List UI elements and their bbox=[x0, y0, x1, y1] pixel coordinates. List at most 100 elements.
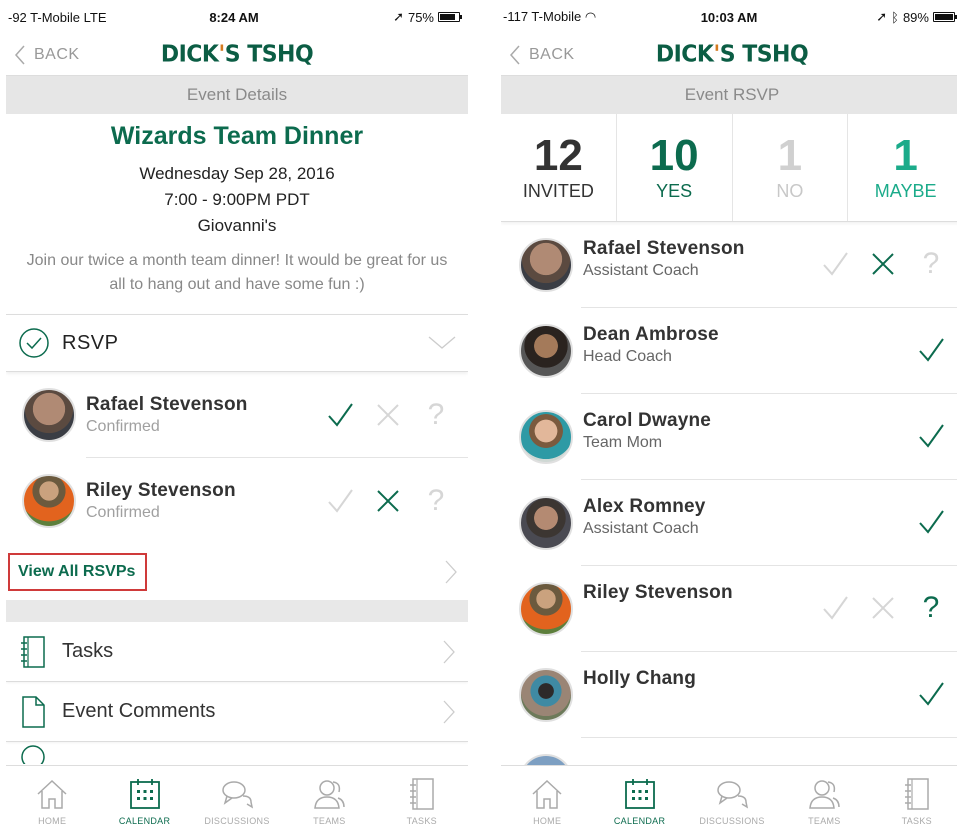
rsvp-label: RSVP bbox=[62, 331, 119, 354]
battery-percent: 75% bbox=[407, 9, 434, 25]
tab-label: TASKS bbox=[901, 816, 932, 826]
chevron-right-icon bbox=[443, 700, 455, 723]
section-divider bbox=[6, 600, 468, 622]
tab-tasks[interactable]: TASKS bbox=[377, 776, 467, 826]
tab-label: DISCUSSIONS bbox=[699, 816, 765, 826]
tab-label: HOME bbox=[38, 816, 67, 826]
chat-icon bbox=[222, 781, 254, 809]
people-icon bbox=[314, 780, 346, 809]
person-role: Head Coach bbox=[583, 348, 672, 365]
avatar bbox=[519, 324, 573, 378]
notebook-icon bbox=[904, 778, 929, 810]
count-number: 1 bbox=[777, 131, 803, 180]
yes-check-icon[interactable] bbox=[917, 422, 945, 450]
avatar bbox=[519, 496, 573, 550]
rsvp-row: Riley Stevenson ? bbox=[501, 566, 957, 652]
view-all-rsvps-row[interactable]: View All RSVPs bbox=[6, 544, 468, 600]
tab-teams[interactable]: TEAMS bbox=[779, 776, 869, 826]
no-x-icon[interactable] bbox=[869, 594, 897, 622]
tab-label: CALENDAR bbox=[118, 816, 171, 826]
people-icon bbox=[809, 780, 841, 809]
tasks-row[interactable]: Tasks bbox=[6, 622, 468, 682]
count-yes[interactable]: 10 YES bbox=[617, 114, 733, 221]
chevron-down-icon bbox=[428, 336, 456, 349]
maybe-question-icon[interactable]: ? bbox=[422, 400, 450, 430]
rsvp-row: Riley Stevenson Confirmed ? bbox=[6, 458, 468, 544]
yes-check-icon[interactable] bbox=[326, 401, 354, 429]
person-name: Carol Dwayne bbox=[583, 410, 712, 431]
count-label: NO bbox=[776, 181, 804, 201]
maybe-question-icon[interactable]: ? bbox=[422, 486, 450, 516]
rsvp-row: Carol Dwayne Team Mom bbox=[501, 394, 957, 480]
battery-percent: 89% bbox=[902, 9, 929, 25]
clock-text: 10:03 AM bbox=[700, 9, 758, 25]
maybe-question-icon[interactable]: ? bbox=[917, 249, 945, 279]
avatar bbox=[519, 238, 573, 292]
event-info: Wizards Team Dinner Wednesday Sep 28, 20… bbox=[6, 114, 468, 297]
maybe-question-icon[interactable]: ? bbox=[917, 593, 945, 623]
location-pin-icon bbox=[21, 745, 45, 764]
event-rsvp-screen: -117 T-Mobile ◠ 10:03 AM ➚ ᛒ 89% BACK DI… bbox=[501, 0, 957, 829]
view-all-rsvps-link[interactable]: View All RSVPs bbox=[8, 553, 148, 591]
rsvp-row: Rafael Stevenson Confirmed ? bbox=[6, 372, 468, 458]
count-invited[interactable]: 12 INVITED bbox=[501, 114, 617, 221]
calendar-icon bbox=[129, 779, 160, 809]
person-name: Rafael Stevenson bbox=[86, 394, 248, 415]
yes-check-icon[interactable] bbox=[917, 336, 945, 364]
person-name: Alex Romney bbox=[583, 496, 706, 517]
person-role: Assistant Coach bbox=[583, 520, 699, 537]
yes-check-icon[interactable] bbox=[326, 487, 354, 515]
event-location: Giovanni's bbox=[197, 216, 277, 235]
avatar bbox=[519, 410, 573, 464]
nav-bar: BACK DICK'S TSHQ bbox=[6, 34, 468, 76]
person-name: Holly Chang bbox=[583, 668, 697, 689]
no-x-icon[interactable] bbox=[374, 487, 402, 515]
tab-discussions[interactable]: DISCUSSIONS bbox=[192, 776, 282, 826]
tab-bar: HOME CALENDAR DISCUSSIONS TEAMS TASKS bbox=[6, 765, 468, 829]
tab-tasks[interactable]: TASKS bbox=[872, 776, 957, 826]
tab-label: HOME bbox=[533, 816, 562, 826]
tab-label: TASKS bbox=[406, 816, 437, 826]
count-maybe[interactable]: 1 MAYBE bbox=[848, 114, 957, 221]
tab-bar: HOME CALENDAR DISCUSSIONS TEAMS TASKS bbox=[501, 765, 957, 829]
no-x-icon[interactable] bbox=[374, 401, 402, 429]
section-header: Event RSVP bbox=[501, 76, 957, 114]
tab-calendar[interactable]: CALENDAR bbox=[595, 776, 685, 826]
check-circle-icon bbox=[19, 328, 49, 358]
rsvp-counts: 12 INVITED 10 YES 1 NO 1 MAYBE bbox=[501, 114, 957, 222]
back-button[interactable]: BACK bbox=[14, 44, 80, 66]
notebook-icon bbox=[409, 778, 434, 810]
yes-check-icon[interactable] bbox=[917, 680, 945, 708]
tab-discussions[interactable]: DISCUSSIONS bbox=[687, 776, 777, 826]
tab-calendar[interactable]: CALENDAR bbox=[100, 776, 190, 826]
carrier-text: -117 T-Mobile ◠ bbox=[503, 9, 597, 24]
avatar bbox=[519, 668, 573, 722]
count-no[interactable]: 1 NO bbox=[733, 114, 849, 221]
rsvp-section-toggle[interactable]: RSVP bbox=[6, 314, 468, 372]
back-label: BACK bbox=[34, 45, 80, 63]
event-comments-label: Event Comments bbox=[62, 700, 216, 722]
home-icon bbox=[532, 779, 562, 809]
tab-home[interactable]: HOME bbox=[502, 776, 592, 826]
tab-label: DISCUSSIONS bbox=[204, 816, 270, 826]
count-number: 10 bbox=[649, 131, 699, 180]
tab-home[interactable]: HOME bbox=[7, 776, 97, 826]
count-label: INVITED bbox=[522, 181, 594, 201]
event-comments-row[interactable]: Event Comments bbox=[6, 682, 468, 742]
battery-icon bbox=[438, 12, 462, 22]
tab-teams[interactable]: TEAMS bbox=[284, 776, 374, 826]
tasks-label: Tasks bbox=[62, 640, 114, 662]
home-icon bbox=[37, 779, 67, 809]
count-number: 12 bbox=[533, 131, 583, 180]
person-role: Team Mom bbox=[583, 434, 663, 451]
tab-label: TEAMS bbox=[313, 816, 346, 826]
wifi-icon: ◠ bbox=[584, 9, 597, 24]
yes-check-icon[interactable] bbox=[917, 508, 945, 536]
yes-check-icon[interactable] bbox=[821, 250, 849, 278]
back-button[interactable]: BACK bbox=[509, 44, 575, 66]
avatar bbox=[22, 388, 76, 442]
event-details-screen: -92 T-Mobile LTE 8:24 AM ➚ 75% BACK DICK… bbox=[6, 0, 468, 829]
no-x-icon[interactable] bbox=[869, 250, 897, 278]
count-label: MAYBE bbox=[874, 181, 937, 201]
yes-check-icon[interactable] bbox=[821, 594, 849, 622]
